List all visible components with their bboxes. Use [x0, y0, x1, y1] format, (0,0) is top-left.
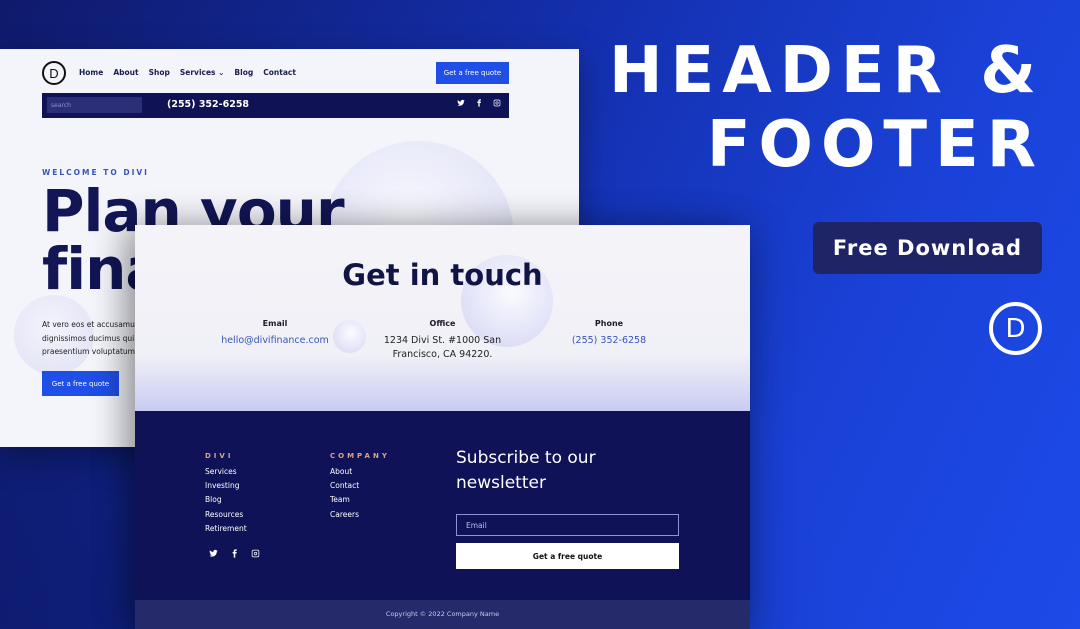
nav-item-home[interactable]: Home [79, 68, 103, 77]
footer-link-about[interactable]: About [330, 465, 359, 479]
footer-social-icons [209, 549, 260, 558]
footer-links-company: About Contact Team Careers [330, 465, 359, 522]
hero-body-line: dignissimos ducimus qui blanditiis [42, 333, 142, 343]
footer-link-team[interactable]: Team [330, 493, 359, 507]
footer-link-investing[interactable]: Investing [205, 479, 247, 493]
nav-item-services[interactable]: Services ⌄ [180, 68, 225, 77]
divi-logo-icon: D [989, 302, 1042, 355]
footer-heading-divi: DIVI [205, 452, 234, 460]
header-phone[interactable]: (255) 352-6258 [167, 99, 249, 110]
header-quote-button[interactable]: Get a free quote [436, 62, 509, 84]
nav-item-contact[interactable]: Contact [263, 68, 296, 77]
search-input[interactable]: search [47, 97, 142, 113]
free-download-button[interactable]: Free Download [813, 222, 1042, 274]
welcome-eyebrow: WELCOME TO DIVI [42, 168, 149, 177]
contact-phone: Phone (255) 352-6258 [555, 319, 663, 348]
contact-section: Get in touch Email hello@divifinance.com… [135, 225, 750, 411]
footer-link-retirement[interactable]: Retirement [205, 522, 247, 536]
instagram-icon[interactable] [251, 549, 260, 558]
newsletter-submit-button[interactable]: Get a free quote [456, 543, 679, 569]
office-address: 1234 Divi St. #1000 San Francisco, CA 94… [383, 335, 502, 360]
office-label: Office [429, 319, 456, 328]
phone-link[interactable]: (255) 352-6258 [555, 334, 663, 348]
contact-office: Office 1234 Divi St. #1000 San Francisco… [375, 319, 510, 362]
header-top-bar: search (255) 352-6258 [42, 93, 509, 118]
contact-email: Email hello@divifinance.com [215, 319, 335, 348]
divi-logo-icon[interactable]: D [42, 61, 66, 85]
main-nav: Home About Shop Services ⌄ Blog Contact [79, 68, 296, 77]
email-link[interactable]: hello@divifinance.com [215, 334, 335, 348]
footer-link-careers[interactable]: Careers [330, 508, 359, 522]
twitter-icon[interactable] [457, 99, 465, 107]
logo-letter: D [1005, 313, 1026, 344]
footer-link-services[interactable]: Services [205, 465, 247, 479]
logo-letter: D [49, 65, 59, 81]
email-label: Email [262, 319, 288, 328]
hero-body-text: At vero eos et accusamus et iusto odio d… [42, 318, 142, 359]
facebook-icon[interactable] [230, 549, 239, 558]
nav-item-about[interactable]: About [113, 68, 138, 77]
twitter-icon[interactable] [209, 549, 218, 558]
copyright-bar: Copyright © 2022 Company Name [135, 600, 750, 629]
hero-body-line: At vero eos et accusamus et iusto odio [42, 320, 142, 329]
nav-item-blog[interactable]: Blog [234, 68, 253, 77]
hero-quote-button[interactable]: Get a free quote [42, 371, 119, 396]
newsletter-email-input[interactable] [456, 514, 679, 536]
footer-link-resources[interactable]: Resources [205, 508, 247, 522]
footer-link-contact[interactable]: Contact [330, 479, 359, 493]
instagram-icon[interactable] [493, 99, 501, 107]
footer-mockup: Get in touch Email hello@divifinance.com… [135, 225, 750, 629]
decorative-sphere [333, 320, 366, 353]
promo-title: HEADER & FOOTER [609, 34, 1044, 182]
hero-body-line: praesentium voluptatum. [42, 347, 138, 356]
promo-title-line1: HEADER & [608, 34, 1044, 108]
footer-section: DIVI Services Investing Blog Resources R… [135, 411, 750, 600]
footer-link-blog[interactable]: Blog [205, 493, 247, 507]
contact-title: Get in touch [342, 258, 543, 292]
footer-links-divi: Services Investing Blog Resources Retire… [205, 465, 247, 536]
header-social-icons [457, 99, 501, 107]
promo-title-line2: FOOTER [706, 108, 1044, 182]
facebook-icon[interactable] [475, 99, 483, 107]
nav-item-shop[interactable]: Shop [149, 68, 170, 77]
footer-heading-company: COMPANY [330, 452, 390, 460]
newsletter-title: Subscribe to our newsletter [456, 448, 596, 493]
phone-label: Phone [594, 319, 624, 328]
